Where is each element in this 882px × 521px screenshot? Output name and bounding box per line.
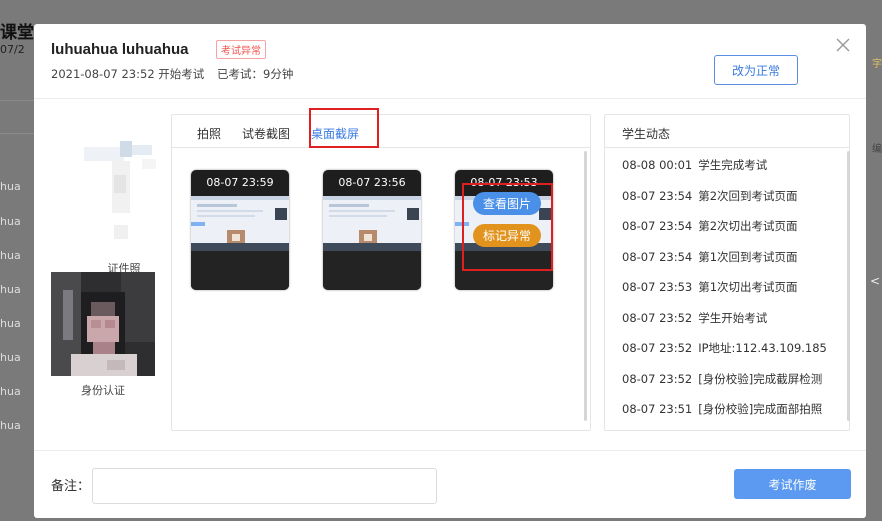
tab-paper-screenshot[interactable]: 试卷截图 bbox=[242, 125, 290, 142]
activity-time: 08-07 23:54 bbox=[622, 219, 693, 233]
media-scrollbar[interactable] bbox=[584, 151, 587, 421]
activity-time: 08-07 23:53 bbox=[622, 280, 693, 294]
background-side-text: 编 bbox=[872, 144, 882, 155]
screenshot-time: 08-07 23:59 bbox=[206, 176, 274, 189]
remark-label: 备注： bbox=[51, 479, 91, 494]
background-side-text: 字 bbox=[872, 59, 882, 70]
close-icon[interactable] bbox=[834, 36, 852, 54]
activity-item: 08-07 23:52 学生开始考试 bbox=[622, 310, 844, 341]
face-photo-label: 身份认证 bbox=[81, 384, 125, 397]
background-title: 课堂 bbox=[0, 23, 34, 43]
activity-item: 08-07 23:52 [身份校验]完成截屏检测 bbox=[622, 371, 844, 402]
activity-text: 学生完成考试 bbox=[698, 158, 768, 172]
background-row: hua bbox=[0, 385, 21, 398]
activity-scrollbar[interactable] bbox=[847, 151, 850, 421]
modal-header: luhuahua luhuahua 考试异常 2021-08-07 23:52 … bbox=[34, 24, 866, 99]
screenshot-footer bbox=[323, 251, 421, 290]
activity-text: 学生开始考试 bbox=[698, 310, 768, 325]
face-photo bbox=[51, 272, 155, 376]
activity-item: 08-07 23:54 第2次回到考试页面 bbox=[622, 188, 844, 219]
activity-item: 08-07 23:54 第1次回到考试页面 bbox=[622, 249, 844, 280]
activity-item: 08-07 23:51 [身份校验]完成面部拍照 bbox=[622, 401, 844, 432]
activity-list: 08-08 00:01 学生完成考试 08-07 23:54 第2次回到考试页面 0… bbox=[622, 157, 844, 432]
desktop-screenshot-card[interactable]: 08-07 23:56 bbox=[323, 170, 421, 290]
activity-item: 08-07 23:54 第2次切出考试页面 bbox=[622, 218, 844, 249]
activity-title: 学生动态 bbox=[605, 115, 849, 148]
mark-normal-button[interactable]: 改为正常 bbox=[714, 55, 798, 85]
view-image-button[interactable]: 查看图片 bbox=[473, 192, 541, 215]
activity-text: [身份校验]完成面部拍照 bbox=[698, 402, 823, 416]
desktop-screenshot-card[interactable]: 08-07 23:59 bbox=[191, 170, 289, 290]
activity-text: [身份校验]完成截屏检测 bbox=[698, 371, 823, 386]
media-tabs: 拍照 试卷截图 桌面截屏 bbox=[172, 108, 590, 148]
activity-time: 08-07 23:54 bbox=[622, 249, 693, 264]
activity-time: 08-07 23:52 bbox=[622, 310, 693, 325]
activity-time: 08-08 00:01 bbox=[622, 158, 693, 172]
activity-time: 08-07 23:52 bbox=[622, 341, 693, 355]
media-panel: 拍照 试卷截图 桌面截屏 08-07 23:59 08-07 23:56 08-… bbox=[171, 108, 591, 431]
activity-item: 08-07 23:52 IP地址:112.43.109.185 bbox=[622, 340, 844, 371]
mark-abnormal-button[interactable]: 标记异常 bbox=[473, 224, 541, 247]
background-row: hua bbox=[0, 215, 21, 228]
student-name: luhuahua luhuahua bbox=[51, 41, 189, 58]
tab-highlight-annotation bbox=[309, 108, 379, 148]
background-divider bbox=[0, 133, 34, 134]
exam-start-time: 2021-08-07 23:52 开始考试 bbox=[51, 67, 205, 81]
background-side-text: < bbox=[869, 274, 880, 288]
activity-time: 08-07 23:51 bbox=[622, 402, 693, 416]
activity-text: 第2次切出考试页面 bbox=[698, 219, 798, 233]
activity-item: 08-08 00:01 学生完成考试 bbox=[622, 157, 844, 188]
activity-time: 08-07 23:54 bbox=[622, 188, 693, 203]
tab-photo[interactable]: 拍照 bbox=[197, 125, 221, 142]
activity-text: IP地址:112.43.109.185 bbox=[698, 341, 827, 355]
screenshot-thumbnail bbox=[191, 196, 289, 251]
screenshot-time: 08-07 23:56 bbox=[338, 176, 406, 189]
background-row: hua bbox=[0, 419, 21, 432]
exam-detail-modal: luhuahua luhuahua 考试异常 2021-08-07 23:52 … bbox=[34, 24, 866, 518]
activity-time: 08-07 23:52 bbox=[622, 371, 693, 386]
activity-text: 第2次回到考试页面 bbox=[698, 188, 798, 203]
background-row: hua bbox=[0, 351, 21, 364]
void-exam-button[interactable]: 考试作废 bbox=[734, 469, 851, 499]
background-row: hua bbox=[0, 317, 21, 330]
status-badge: 考试异常 bbox=[216, 40, 266, 59]
modal-footer: 备注： 考试作废 bbox=[34, 450, 866, 518]
student-activity-panel: 学生动态 08-08 00:01 学生完成考试 08-07 23:54 第2次回到考… bbox=[604, 114, 850, 431]
screenshot-footer bbox=[191, 251, 289, 290]
activity-text: 第1次回到考试页面 bbox=[698, 249, 798, 264]
activity-text: 第1次切出考试页面 bbox=[698, 280, 798, 294]
id-photo bbox=[84, 139, 168, 249]
exam-duration: 已考试：9分钟 bbox=[217, 67, 294, 81]
background-row: hua bbox=[0, 180, 21, 193]
remark-input[interactable] bbox=[92, 468, 437, 504]
background-row: hua bbox=[0, 249, 21, 262]
activity-item: 08-07 23:53 第1次切出考试页面 bbox=[622, 279, 844, 310]
background-row: hua bbox=[0, 283, 21, 296]
background-date: 07/2 bbox=[0, 43, 25, 56]
background-divider bbox=[0, 100, 34, 101]
screenshot-thumbnail bbox=[323, 196, 421, 251]
